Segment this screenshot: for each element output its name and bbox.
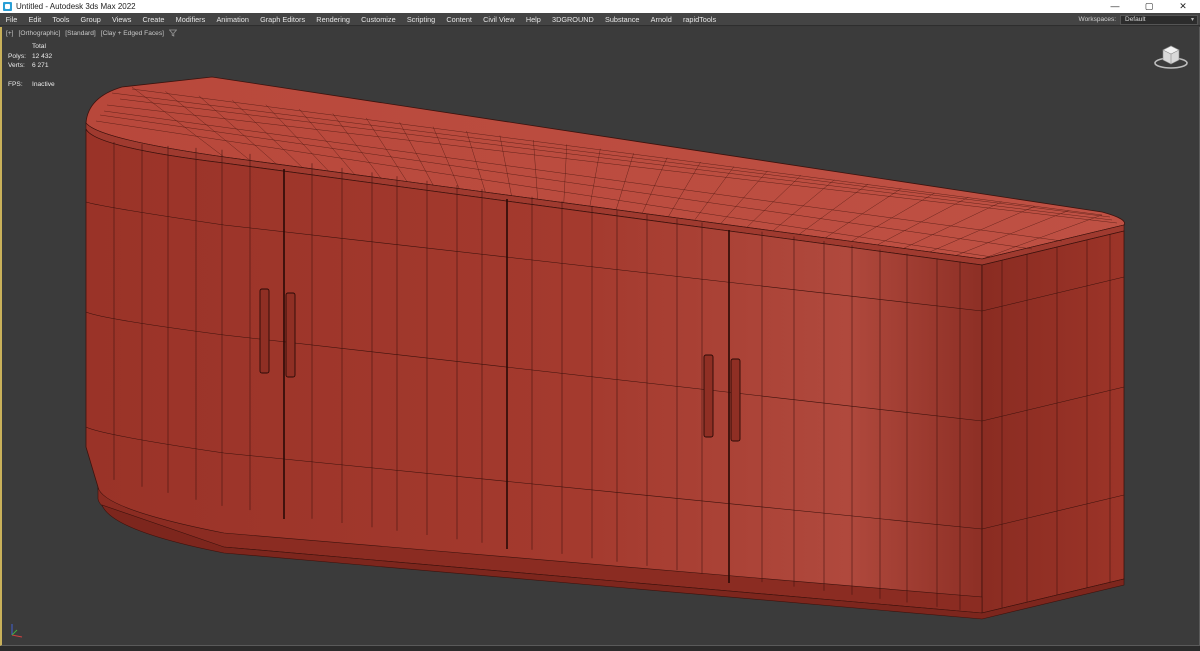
menu-rendering[interactable]: Rendering [311, 13, 356, 26]
viewport-label-menu[interactable]: [+] [Orthographic] [Standard] [Clay + Ed… [6, 29, 177, 37]
verts-label: Verts: [8, 62, 25, 69]
menu-file[interactable]: File [0, 13, 23, 26]
perspective-viewport[interactable]: [+] [Orthographic] [Standard] [Clay + Ed… [0, 27, 1200, 646]
polys-value: 12 432 [32, 52, 53, 60]
menu-tools[interactable]: Tools [47, 13, 75, 26]
fps-label: FPS: [8, 80, 23, 88]
restore-button[interactable]: ▢ [1132, 0, 1166, 13]
menu-modifiers[interactable]: Modifiers [170, 13, 211, 26]
viewport-statistics: Total Polys: 12 432 Verts: 6 271 FPS: Inact… [8, 42, 55, 89]
polys-label: Polys: [8, 52, 26, 60]
close-button[interactable]: ✕ [1166, 0, 1200, 13]
menu-group[interactable]: Group [75, 13, 106, 26]
menu-substance[interactable]: Substance [599, 13, 645, 26]
viewport-view-menu[interactable]: [Orthographic] [19, 30, 61, 37]
viewport-plus-menu[interactable]: [+] [6, 30, 14, 37]
stats-header: Total [32, 43, 46, 50]
menu-rapidtools[interactable]: rapidTools [677, 13, 721, 26]
menu-edit[interactable]: Edit [23, 13, 47, 26]
menu-customize[interactable]: Customize [356, 13, 402, 26]
menu-bar: File Edit Tools Group Views Create Modif… [0, 13, 1200, 26]
workspaces-dropdown[interactable]: Default [1120, 14, 1198, 25]
viewport-shading-menu[interactable]: [Clay + Edged Faces] [101, 30, 164, 37]
menu-civil-view[interactable]: Civil View [478, 13, 521, 26]
viewport-style-menu[interactable]: [Standard] [65, 30, 95, 37]
window-controls: — ▢ ✕ [1098, 0, 1200, 13]
3ds-max-icon[interactable] [3, 2, 12, 11]
menu-animation[interactable]: Animation [211, 13, 255, 26]
menu-scripting[interactable]: Scripting [401, 13, 441, 26]
viewcube-icon[interactable] [1153, 42, 1189, 70]
minimize-button[interactable]: — [1098, 0, 1132, 13]
menu-create[interactable]: Create [137, 13, 170, 26]
menu-content[interactable]: Content [441, 13, 478, 26]
title-bar: Untitled - Autodesk 3ds Max 2022 — ▢ ✕ [0, 0, 1200, 13]
workspaces-control: Workspaces: Default [1079, 13, 1200, 26]
menu-views[interactable]: Views [106, 13, 137, 26]
verts-value: 6 271 [32, 62, 49, 69]
menu-arnold[interactable]: Arnold [645, 13, 677, 26]
sideboard-model [85, 76, 1125, 620]
fps-value: Inactive [32, 80, 55, 88]
filter-icon[interactable] [168, 29, 177, 37]
menu-graph-editors[interactable]: Graph Editors [254, 13, 310, 26]
menu-3dground[interactable]: 3DGROUND [546, 13, 599, 26]
status-strip [0, 646, 1200, 651]
workspaces-label: Workspaces: [1078, 16, 1116, 23]
window-title: Untitled - Autodesk 3ds Max 2022 [16, 2, 136, 11]
menu-help[interactable]: Help [520, 13, 546, 26]
axis-tripod-icon [11, 624, 23, 638]
